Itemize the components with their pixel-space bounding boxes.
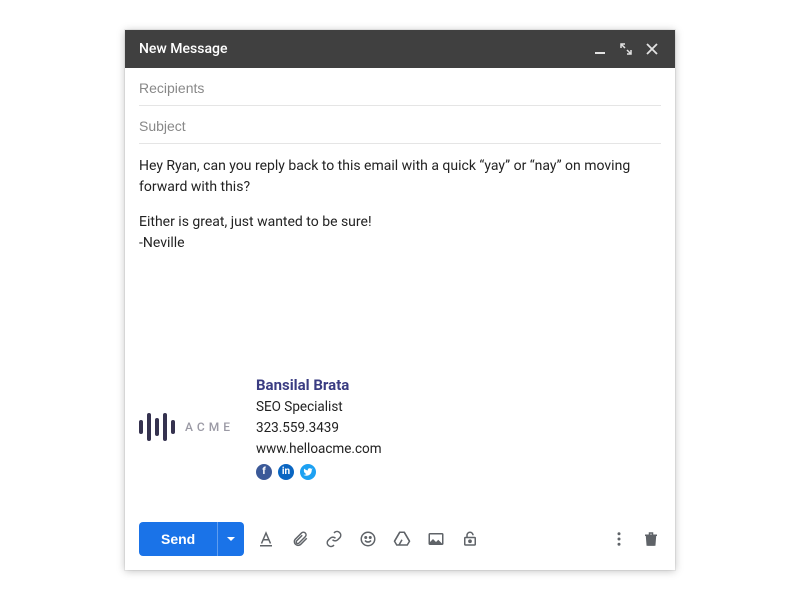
subject-input[interactable] <box>139 118 661 134</box>
signature-role: SEO Specialist <box>256 397 382 418</box>
image-icon[interactable] <box>426 529 446 549</box>
recipients-input[interactable] <box>139 80 661 96</box>
close-icon[interactable] <box>643 40 661 58</box>
message-body[interactable]: Hey Ryan, can you reply back to this ema… <box>125 144 675 512</box>
send-button[interactable]: Send <box>139 522 217 556</box>
send-options-button[interactable] <box>217 522 244 556</box>
signature-name: Bansilal Brata <box>256 374 382 397</box>
signature-url: www.helloacme.com <box>256 439 382 460</box>
facebook-icon[interactable]: f <box>256 464 272 480</box>
drive-icon[interactable] <box>392 529 412 549</box>
text-format-icon[interactable] <box>256 529 276 549</box>
toolbar: Send <box>125 512 675 570</box>
body-paragraph: Either is great, just wanted to be sure! <box>139 212 661 233</box>
more-options-icon[interactable] <box>609 529 629 549</box>
emoji-icon[interactable] <box>358 529 378 549</box>
twitter-icon[interactable] <box>300 464 316 480</box>
linkedin-icon[interactable]: in <box>278 464 294 480</box>
send-group: Send <box>139 522 244 556</box>
body-signoff: -Neville <box>139 233 661 254</box>
signature-details: Bansilal Brata SEO Specialist 323.559.34… <box>256 374 382 480</box>
fullscreen-icon[interactable] <box>617 40 635 58</box>
attach-icon[interactable] <box>290 529 310 549</box>
signature-block: ACME Bansilal Brata SEO Specialist 323.5… <box>139 374 661 480</box>
subject-row <box>139 106 661 144</box>
social-icons: f in <box>256 464 382 480</box>
signature-logo: ACME <box>139 413 234 441</box>
compose-window: New Message Hey Ryan, can you reply back… <box>125 30 675 570</box>
logo-bars-icon <box>139 413 175 441</box>
logo-text: ACME <box>185 418 234 436</box>
formatting-toolbar <box>256 529 480 549</box>
recipients-row <box>139 68 661 106</box>
trash-icon[interactable] <box>641 529 661 549</box>
minimize-icon[interactable] <box>591 40 609 58</box>
titlebar: New Message <box>125 30 675 68</box>
confidential-icon[interactable] <box>460 529 480 549</box>
header-fields <box>125 68 675 144</box>
window-title: New Message <box>139 41 227 57</box>
signature-phone: 323.559.3439 <box>256 418 382 439</box>
toolbar-right <box>609 529 661 549</box>
link-icon[interactable] <box>324 529 344 549</box>
body-paragraph: Hey Ryan, can you reply back to this ema… <box>139 156 661 198</box>
